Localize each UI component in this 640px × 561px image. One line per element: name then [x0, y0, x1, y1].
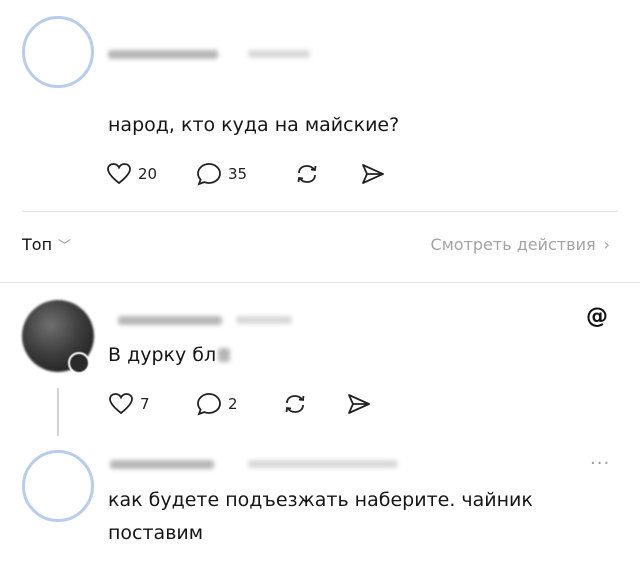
post-author-name[interactable]: [108, 50, 218, 59]
comment-icon: [197, 393, 221, 416]
more-icon[interactable]: ...: [590, 448, 610, 469]
reply1-share-button[interactable]: [346, 392, 372, 420]
like-button[interactable]: 20: [106, 162, 157, 186]
reply1-text-row: В дурку бл: [108, 344, 231, 366]
heart-icon: [109, 393, 133, 415]
reply2-text-line2: поставим: [108, 522, 204, 544]
share-icon: [362, 164, 384, 184]
reply2-text-line1: как будете подъезжать наберите. чайник: [108, 489, 533, 511]
reply1-text: В дурку бл: [108, 344, 217, 366]
comment-count: 35: [228, 165, 248, 183]
repost-icon: [285, 395, 305, 413]
reply1-like-count: 7: [140, 395, 150, 413]
comment-button[interactable]: 35: [196, 162, 247, 186]
sort-label: Топ: [22, 235, 53, 254]
reply1-author-name[interactable]: [118, 316, 222, 325]
repost-icon: [297, 165, 317, 183]
post-text: народ, кто куда на майские?: [108, 114, 400, 136]
threads-logo-icon: @: [586, 304, 608, 329]
sort-divider: [0, 282, 640, 283]
reply1-comment-count: 2: [228, 395, 238, 413]
share-icon: [348, 394, 370, 414]
reply1-comment-button[interactable]: 2: [196, 392, 238, 416]
heart-icon: [107, 163, 131, 185]
reply1-avatar-badge: [68, 352, 90, 374]
reply1-timestamp: [236, 316, 292, 324]
post-author-avatar[interactable]: [22, 16, 94, 88]
share-button[interactable]: [360, 162, 386, 190]
chevron-right-icon: ›: [603, 235, 610, 254]
like-count: 20: [138, 165, 158, 183]
reply2-author-avatar[interactable]: [22, 450, 94, 522]
post-timestamp: [248, 50, 310, 58]
thread-connector: [57, 388, 59, 436]
repost-button[interactable]: [294, 162, 320, 190]
post-divider: [22, 211, 618, 212]
reply1-text-censor: [218, 348, 231, 362]
chevron-down-icon: ﹀: [58, 239, 72, 254]
reply1-repost-button[interactable]: [282, 392, 308, 420]
reply2-author-name[interactable]: [110, 460, 214, 469]
sort-dropdown[interactable]: Топ ﹀: [22, 235, 71, 254]
comment-icon: [197, 163, 221, 186]
reply2-timestamp: [248, 460, 398, 468]
view-activity-label: Смотреть действия: [430, 235, 596, 254]
reply1-like-button[interactable]: 7: [108, 392, 150, 416]
view-activity-link[interactable]: Смотреть действия ›: [431, 235, 610, 254]
